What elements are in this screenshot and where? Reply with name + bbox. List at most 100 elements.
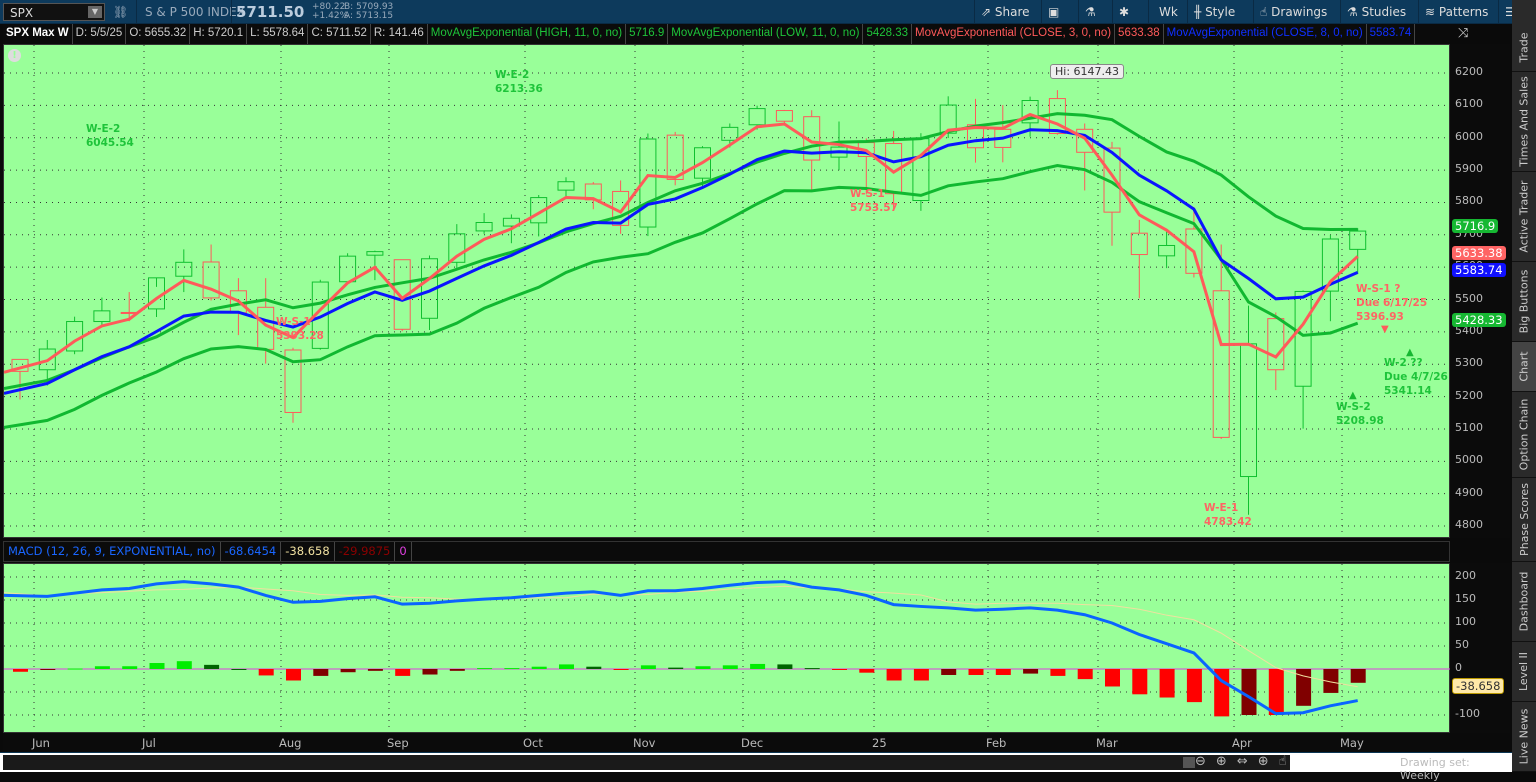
sidebar-tab-level-ii[interactable]: Level II bbox=[1512, 642, 1536, 702]
macd-chart[interactable] bbox=[3, 563, 1451, 734]
info-icon[interactable]: ! bbox=[8, 49, 21, 62]
time-tick: Sep bbox=[387, 736, 409, 750]
right-sidebar: Trade Times And Sales Active Trader Big But… bbox=[1512, 0, 1536, 772]
drawing-set-label[interactable]: Drawing set: Weekly bbox=[1400, 756, 1512, 782]
sidebar-tab-dashboard[interactable]: Dashboard bbox=[1512, 562, 1536, 642]
sidebar-tab-live-news[interactable]: Live News bbox=[1512, 702, 1536, 772]
macd-histogram-bar bbox=[859, 669, 875, 673]
macd-avg-tag: -38.658 bbox=[1452, 678, 1505, 694]
alert-icon[interactable]: ▣ bbox=[1041, 0, 1065, 24]
scroll-thumb[interactable] bbox=[1183, 757, 1195, 768]
drawings-button[interactable]: ☝ Drawings bbox=[1253, 0, 1333, 24]
price-chart-svg bbox=[3, 45, 1451, 539]
price-tick: 6000 bbox=[1455, 129, 1483, 143]
candle-body bbox=[912, 138, 930, 201]
sidebar-tab-phase-scores[interactable]: Phase Scores bbox=[1512, 478, 1536, 562]
price-chart[interactable]: ! Hi: 6147.43 W-E-2 6045.54 W-E-2 6213.3… bbox=[3, 44, 1451, 539]
macd-tick: 50 bbox=[1455, 638, 1469, 651]
sidebar-tab-label: Level II bbox=[1517, 651, 1531, 692]
price-tick: 5300 bbox=[1455, 356, 1483, 370]
bar-range: R: 141.46 bbox=[371, 24, 428, 44]
horizontal-scrollbar[interactable] bbox=[3, 755, 1290, 770]
hand-icon[interactable]: ☝ bbox=[1279, 754, 1297, 769]
link-icon[interactable]: ⛓ bbox=[113, 0, 128, 24]
gear-icon[interactable]: ✱ bbox=[1112, 0, 1135, 24]
sidebar-tab-label: Phase Scores bbox=[1517, 483, 1531, 556]
wave-label: W-E-2 6213.36 bbox=[495, 69, 543, 95]
chevron-down-icon[interactable]: ▼ bbox=[88, 6, 102, 18]
study-ema-high-label[interactable]: MovAvgExponential (HIGH, 11, 0, no) bbox=[428, 24, 627, 44]
candle-icon: ╫ bbox=[1194, 5, 1202, 19]
timeframe-button[interactable]: Wk bbox=[1148, 0, 1188, 24]
macd-diff: -29.9875 bbox=[335, 542, 396, 561]
price-tag-ema-high: 5716.9 bbox=[1452, 219, 1499, 233]
triangle-up-icon: ▲ bbox=[1406, 347, 1414, 358]
macd-line bbox=[3, 580, 1358, 716]
study-ema-low-label[interactable]: MovAvgExponential (LOW, 11, 0, no) bbox=[668, 24, 864, 44]
last-price: 5711.50 bbox=[231, 0, 304, 24]
macd-histogram-bar bbox=[122, 666, 138, 669]
macd-signal-line bbox=[3, 585, 1358, 688]
sidebar-tab-trade[interactable]: Trade bbox=[1512, 24, 1536, 72]
macd-tick: 100 bbox=[1455, 615, 1476, 628]
bar-open: O: 5655.32 bbox=[126, 24, 191, 44]
macd-histogram-bar bbox=[395, 669, 411, 676]
triangle-down-icon: ▼ bbox=[1381, 324, 1389, 335]
candle-body bbox=[1212, 290, 1230, 438]
candle-body bbox=[339, 255, 357, 283]
macd-histogram-bar bbox=[204, 664, 220, 669]
wave-projection-label: W-S-2 5208.98 bbox=[1336, 401, 1384, 427]
zoom-in-icon[interactable]: ⊕ bbox=[1216, 754, 1237, 769]
studies-button[interactable]: ⚗ Studies bbox=[1340, 0, 1412, 24]
candle-body bbox=[1349, 230, 1367, 250]
symbol-description: S & P 500 INDEX bbox=[136, 0, 245, 24]
symbol-input[interactable]: SPX ▼ bbox=[3, 3, 105, 21]
candle-body bbox=[1130, 232, 1148, 256]
sidebar-tab-times-and-sales[interactable]: Times And Sales bbox=[1512, 72, 1536, 172]
macd-histogram-bar bbox=[613, 669, 629, 670]
sidebar-tab-option-chain[interactable]: Option Chain bbox=[1512, 392, 1536, 478]
pan-icon[interactable]: ⇔ bbox=[1237, 754, 1258, 769]
macd-histogram-bar bbox=[1159, 669, 1175, 698]
share-icon: ⇗ bbox=[981, 5, 992, 19]
candle-body bbox=[1076, 128, 1094, 153]
price-tag-ema3: 5633.38 bbox=[1452, 246, 1506, 260]
patterns-icon: ≋ bbox=[1425, 5, 1436, 19]
collapse-icon[interactable]: ⤨ bbox=[1458, 26, 1468, 41]
bottom-bar: ⊖⊕⇔⊕☝ Drawing set: Weekly bbox=[0, 752, 1512, 782]
crosshair-icon[interactable]: ⊕ bbox=[1258, 754, 1279, 769]
zoom-out-icon[interactable]: ⊖ bbox=[1195, 754, 1216, 769]
bar-close: C: 5711.52 bbox=[308, 24, 371, 44]
macd-histogram-bar bbox=[340, 669, 356, 673]
macd-histogram-bar bbox=[559, 664, 574, 669]
wave-label: W-E-2 6045.54 bbox=[86, 123, 134, 149]
sidebar-tab-label: Live News bbox=[1517, 708, 1531, 765]
sidebar-tab-big-buttons[interactable]: Big Buttons bbox=[1512, 262, 1536, 342]
time-axis[interactable]: Jun Jul Aug Sep Oct Nov Dec 25 Feb Mar Apr May bbox=[3, 733, 1450, 752]
macd-histogram-bar bbox=[968, 669, 984, 675]
macd-histogram-bar bbox=[832, 669, 847, 670]
ema-high-11-line bbox=[3, 112, 1358, 390]
style-button[interactable]: ╫ Style bbox=[1187, 0, 1241, 24]
macd-axis[interactable]: 200150100500-50-100 -38.658 bbox=[1450, 563, 1510, 733]
macd-histogram-bar bbox=[1050, 669, 1066, 676]
macd-histogram-bar bbox=[995, 669, 1011, 675]
bar-low: L: 5578.64 bbox=[247, 24, 309, 44]
flask-icon[interactable]: ⚗ bbox=[1078, 0, 1102, 24]
sidebar-tab-active-trader[interactable]: Active Trader bbox=[1512, 172, 1536, 262]
macd-histogram-bar bbox=[1268, 669, 1284, 715]
zoom-tools: ⊖⊕⇔⊕☝ bbox=[1195, 754, 1297, 769]
top-toolbar: SPX ▼ ⛓ S & P 500 INDEX 5711.50 +80.22 +1.… bbox=[0, 0, 1536, 24]
chart-info-bar: SPX Max W D: 5/5/25 O: 5655.32 H: 5720.1… bbox=[3, 24, 1450, 44]
macd-label[interactable]: MACD (12, 26, 9, EXPONENTIAL, no) bbox=[4, 542, 221, 561]
share-button[interactable]: ⇗ Share bbox=[974, 0, 1036, 24]
patterns-button[interactable]: ≋ Patterns bbox=[1418, 0, 1494, 24]
study-ema8-label[interactable]: MovAvgExponential (CLOSE, 8, 0, no) bbox=[1164, 24, 1367, 44]
macd-histogram-bar bbox=[1077, 669, 1093, 680]
macd-histogram-bar bbox=[1132, 669, 1148, 695]
study-ema3-label[interactable]: MovAvgExponential (CLOSE, 3, 0, no) bbox=[912, 24, 1116, 44]
bar-date: D: 5/5/25 bbox=[73, 24, 127, 44]
sidebar-tab-chart[interactable]: Chart bbox=[1512, 342, 1536, 392]
price-axis[interactable]: 4800490050005100520053005400550056005700… bbox=[1450, 44, 1510, 538]
candle-body bbox=[1294, 290, 1312, 387]
